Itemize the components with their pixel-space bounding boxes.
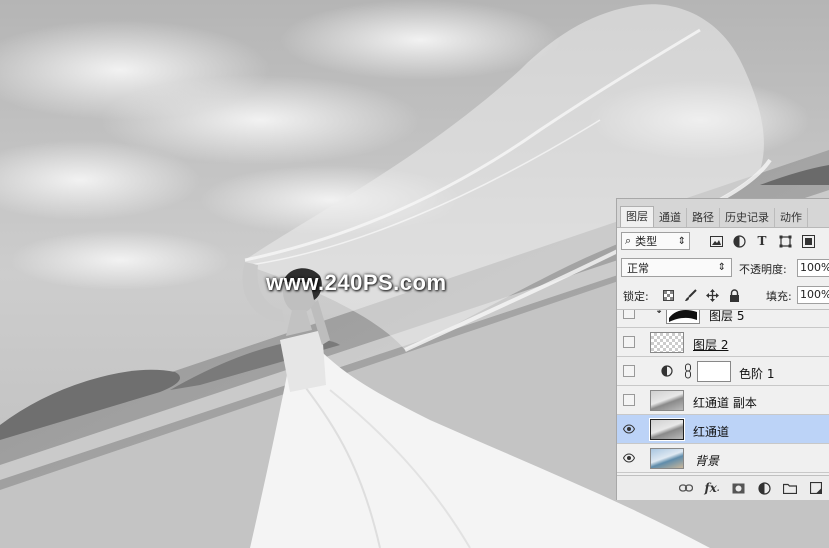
type-filter-icon[interactable]: T [754,233,770,249]
link-icon[interactable] [678,480,694,496]
watermark-text: www.240PS.com [266,270,447,295]
fx-icon[interactable]: fx. [704,480,720,496]
mask-link-icon[interactable] [684,363,692,382]
layer-name: 红通道 [693,425,730,439]
shape-filter-icon[interactable] [777,233,793,249]
layer-mask-thumbnail [697,361,731,382]
tab-actions[interactable]: 动作 [775,208,808,227]
eye-icon[interactable] [622,452,636,464]
layer-thumbnail [650,448,684,469]
visibility-toggle[interactable] [623,310,635,319]
blend-mode-select[interactable]: 正常 ⇕ [621,258,732,277]
layer-name: 红通道 副本 [693,396,757,410]
filter-icons: T [708,233,816,249]
adjustment-filter-icon[interactable] [731,233,747,249]
new-layer-icon[interactable] [808,480,824,496]
layer-thumbnail [666,310,700,324]
blend-mode-value: 正常 [627,261,649,275]
eye-icon[interactable] [622,423,636,435]
adjustment-layer-icon [661,365,673,380]
blend-select-arrows: ⇕ [717,262,726,273]
visibility-toggle[interactable] [623,365,635,377]
layer-name: 图层 2 [693,338,729,352]
fill-field[interactable]: 100% [797,286,829,304]
layer-thumbnail [649,418,685,441]
layers-bottom-toolbar: fx. [617,475,829,500]
tab-layers[interactable]: 图层 [620,206,654,227]
lock-transparent-icon[interactable] [661,288,675,302]
smart-object-filter-icon[interactable] [800,233,816,249]
visibility-toggle[interactable] [623,336,635,348]
tab-channels[interactable]: 通道 [654,208,687,227]
layer-name: 图层 5 [709,309,745,323]
filter-select-arrows: ⇕ [677,235,686,247]
filter-row: ⌕ 类型 ⇕ T [617,230,829,252]
clipping-arrow-icon: ↓ [655,309,664,316]
layers-panel: 图层 通道 路径 历史记录 动作 ⌕ 类型 ⇕ T 正常 ⇕ 不透明度: 100… [616,198,829,500]
adjustment-icon[interactable] [756,480,772,496]
filter-type-label: 类型 [635,235,658,248]
layer-thumbnail [650,332,684,353]
blend-row: 正常 ⇕ 不透明度: 100% [617,257,829,280]
opacity-label: 不透明度: [739,263,787,276]
search-icon: ⌕ [625,234,632,247]
fill-label: 填充: [766,290,792,303]
layer-row-2[interactable]: 图层 2 [617,328,829,357]
lock-paint-brush-icon[interactable] [683,288,697,302]
lock-row: 锁定: 填充: 100% [617,285,829,307]
panel-tabs: 图层 通道 路径 历史记录 动作 [617,199,829,228]
add-mask-icon[interactable] [730,480,746,496]
layer-thumbnail [650,390,684,411]
layer-row-red-channel-copy[interactable]: 红通道 副本 [617,386,829,415]
layer-row-5[interactable]: ↓ 图层 5 [617,309,829,328]
lock-all-icon[interactable] [727,288,741,302]
pixel-filter-icon[interactable] [708,233,724,249]
tab-history[interactable]: 历史记录 [720,208,775,227]
lock-label: 锁定: [623,290,649,303]
layer-row-levels-1[interactable]: 色阶 1 [617,357,829,386]
layers-list: ↓ 图层 5 图层 2 色阶 1 红通道 副本 红通道 背景 [617,309,829,475]
lock-move-icon[interactable] [705,288,719,302]
folder-icon[interactable] [782,480,798,496]
layer-filter-select[interactable]: ⌕ 类型 ⇕ [621,232,690,250]
tab-paths[interactable]: 路径 [687,208,720,227]
opacity-field[interactable]: 100% [797,259,829,277]
layer-row-background[interactable]: 背景 [617,444,829,473]
layer-name: 色阶 1 [739,367,775,381]
layer-row-red-channel[interactable]: 红通道 [617,415,829,444]
visibility-toggle[interactable] [623,394,635,406]
layer-name: 背景 [695,454,720,468]
